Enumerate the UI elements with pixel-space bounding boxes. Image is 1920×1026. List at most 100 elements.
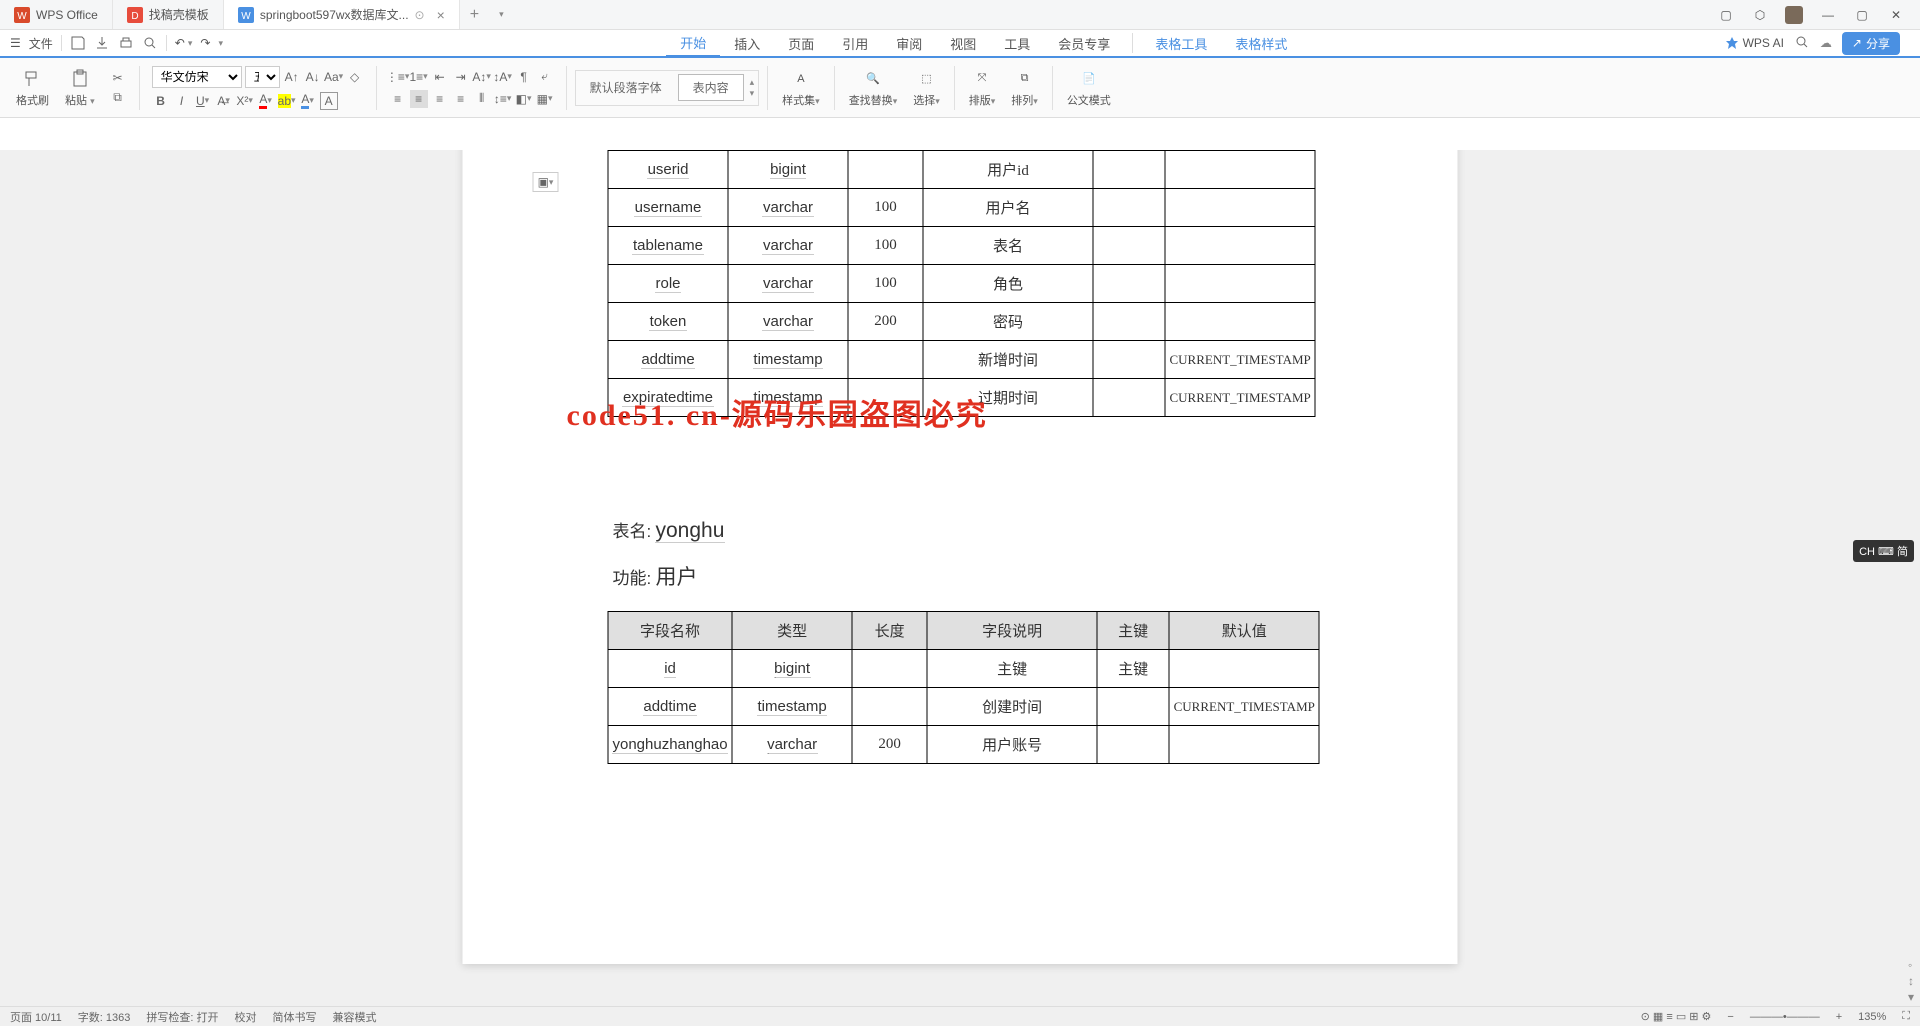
line-spacing-icon[interactable]: ↕≡▾ [494, 90, 512, 108]
minimize-button[interactable]: — [1818, 5, 1838, 25]
undo-button[interactable]: ↶ ▾ [175, 36, 193, 50]
table-cell[interactable]: varchar [728, 189, 848, 227]
style-down-icon[interactable]: ▾ [750, 88, 755, 99]
table-cell[interactable]: bigint [732, 650, 852, 688]
db-table-2[interactable]: 字段名称类型长度字段说明主键默认值idbigint主键主键addtimetime… [608, 611, 1320, 764]
close-button[interactable]: ✕ [1886, 5, 1906, 25]
spellcheck-status[interactable]: 拼写检查: 打开 [146, 1009, 218, 1025]
tab-menu-button[interactable]: ▾ [489, 0, 514, 29]
line-break-icon[interactable]: ⤶ [536, 68, 554, 86]
style-gallery[interactable]: 默认段落字体 表内容 ▴▾ [575, 70, 760, 106]
font-name-select[interactable]: 华文仿宋 [152, 66, 242, 88]
table-cell[interactable] [1165, 227, 1315, 265]
italic-icon[interactable]: I [173, 92, 191, 110]
table-row[interactable]: usernamevarchar100用户名 [608, 189, 1315, 227]
table-cell[interactable]: timestamp [728, 379, 848, 417]
side-tool-2[interactable]: ↕ [1908, 974, 1918, 984]
table-row[interactable]: idbigint主键主键 [608, 650, 1319, 688]
more-quick-icon[interactable]: ▾ [218, 38, 223, 49]
menu-vip[interactable]: 会员专享 [1044, 29, 1124, 57]
table-cell[interactable] [1097, 688, 1169, 726]
table-cell[interactable]: 100 [848, 227, 923, 265]
table-row[interactable]: useridbigint 用户id [608, 151, 1315, 189]
format-brush-button[interactable]: 格式刷 [10, 68, 55, 108]
tab-wps-office[interactable]: W WPS Office [0, 0, 113, 29]
indent-dec-icon[interactable]: ⇤ [431, 68, 449, 86]
table-row[interactable]: rolevarchar100角色 [608, 265, 1315, 303]
table-cell[interactable] [1165, 189, 1315, 227]
bullets-icon[interactable]: ⋮≡▾ [389, 68, 407, 86]
table-cell[interactable] [1165, 303, 1315, 341]
table-cell[interactable] [1165, 265, 1315, 303]
table-cell[interactable]: addtime [608, 341, 728, 379]
table-cell[interactable]: 角色 [923, 265, 1093, 303]
table-cell[interactable]: token [608, 303, 728, 341]
table-cell[interactable]: expiratedtime [608, 379, 728, 417]
table-cell[interactable]: 200 [852, 726, 927, 764]
table-cell[interactable]: 表名 [923, 227, 1093, 265]
highlight-icon[interactable]: ab▾ [278, 92, 296, 110]
table-cell[interactable]: timestamp [732, 688, 852, 726]
cloud-icon[interactable]: ☁ [1820, 36, 1832, 50]
zoom-in-icon[interactable]: + [1836, 1011, 1842, 1023]
table-row[interactable]: expiratedtimetimestamp过期时间CURRENT_TIMEST… [608, 379, 1315, 417]
table-cell[interactable]: varchar [732, 726, 852, 764]
table-row[interactable]: addtimetimestamp新增时间CURRENT_TIMESTAMP [608, 341, 1315, 379]
arrange-button[interactable]: ⧉排列▾ [1005, 68, 1044, 108]
change-case-icon[interactable]: Aa▾ [325, 68, 343, 86]
table-cell[interactable]: timestamp [728, 341, 848, 379]
file-menu[interactable]: 文件 [29, 35, 53, 52]
table-cell[interactable]: CURRENT_TIMESTAMP [1165, 379, 1315, 417]
side-tool-1[interactable]: ◦ [1908, 958, 1918, 968]
shading-icon[interactable]: A▾ [299, 92, 317, 110]
cut-icon[interactable]: ✂ [109, 69, 127, 87]
underline-icon[interactable]: U▾ [194, 92, 212, 110]
pilcrow-icon[interactable]: ¶ [515, 68, 533, 86]
table-cell[interactable]: 用户id [923, 151, 1093, 189]
table-cell[interactable]: 100 [848, 265, 923, 303]
menu-page[interactable]: 页面 [774, 29, 828, 57]
menu-table-style[interactable]: 表格样式 [1221, 29, 1301, 57]
menu-table-tools[interactable]: 表格工具 [1141, 29, 1221, 57]
ime-indicator[interactable]: CH ⌨ 简 [1853, 540, 1914, 562]
table-row[interactable]: addtimetimestamp创建时间CURRENT_TIMESTAMP [608, 688, 1319, 726]
text-direction-icon[interactable]: A↕▾ [473, 68, 491, 86]
cube-icon[interactable]: ⬡ [1750, 5, 1770, 25]
align-justify-icon[interactable]: ≡ [452, 90, 470, 108]
table-cell[interactable]: 密码 [923, 303, 1093, 341]
shrink-font-icon[interactable]: A↓ [304, 68, 322, 86]
table-cell[interactable] [1093, 227, 1165, 265]
zoom-level[interactable]: 135% [1858, 1011, 1886, 1023]
table-cell[interactable] [1093, 189, 1165, 227]
indent-inc-icon[interactable]: ⇥ [452, 68, 470, 86]
char-border-icon[interactable]: A [320, 92, 338, 110]
align-left-icon[interactable]: ≡ [389, 90, 407, 108]
table-cell[interactable] [848, 151, 923, 189]
table-cell[interactable]: userid [608, 151, 728, 189]
table-cell[interactable]: id [608, 650, 732, 688]
copy-icon[interactable]: ⧉ [109, 89, 127, 107]
table-cell[interactable] [1093, 303, 1165, 341]
paste-button[interactable]: 粘贴 ▾ [59, 68, 101, 108]
grow-font-icon[interactable]: A↑ [283, 68, 301, 86]
view-icons[interactable]: ⊙ ▦ ≡ ▭ ⊞ ⚙ [1641, 1010, 1712, 1023]
tab-pin-icon[interactable]: ⊙ [415, 8, 425, 22]
table-cell[interactable]: 200 [848, 303, 923, 341]
avatar-icon[interactable] [1784, 5, 1804, 25]
find-replace-button[interactable]: 🔍查找替换▾ [843, 68, 904, 108]
select-button[interactable]: ⬚选择▾ [907, 68, 946, 108]
table-cell[interactable] [1165, 151, 1315, 189]
align-center-icon[interactable]: ≡ [410, 90, 428, 108]
table-cell[interactable]: bigint [728, 151, 848, 189]
export-icon[interactable] [94, 35, 110, 51]
word-count[interactable]: 字数: 1363 [78, 1009, 131, 1025]
page-indicator[interactable]: 页面 10/11 [10, 1009, 62, 1025]
wps-ai-button[interactable]: WPS AI [1725, 36, 1784, 50]
preview-icon[interactable] [142, 35, 158, 51]
share-button[interactable]: ↗ 分享 [1842, 32, 1900, 55]
table-cell[interactable]: CURRENT_TIMESTAMP [1165, 341, 1315, 379]
search-icon[interactable] [1794, 34, 1810, 53]
distribute-icon[interactable]: ⫴ [473, 90, 491, 108]
side-tool-3[interactable]: ▾ [1908, 990, 1918, 1000]
table-cell[interactable]: 100 [848, 189, 923, 227]
